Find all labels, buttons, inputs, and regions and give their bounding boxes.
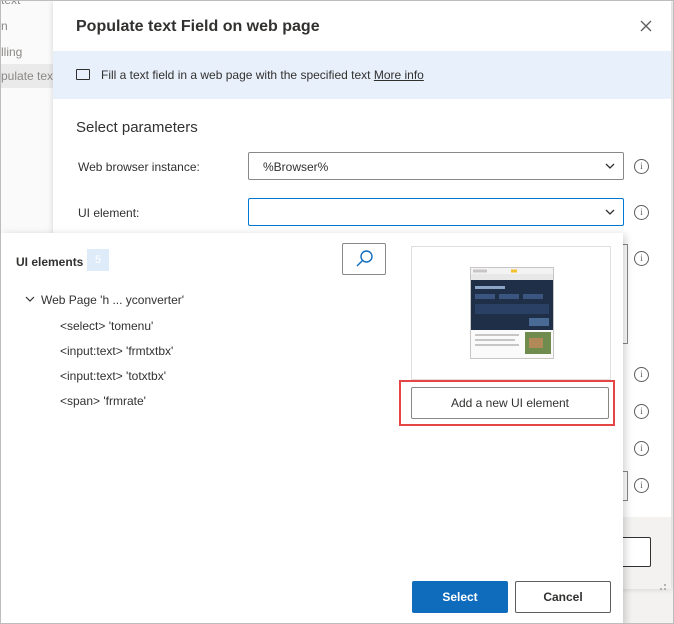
info-icon[interactable]: i — [634, 205, 649, 220]
search-button[interactable] — [342, 243, 386, 275]
select-button[interactable]: Select — [412, 581, 508, 613]
sidebar-item: text — [1, 0, 21, 7]
chevron-down-icon[interactable] — [25, 293, 35, 307]
tree-item[interactable]: <input:text> 'frmtxtbx' — [60, 344, 173, 358]
tree-item[interactable]: <input:text> 'totxtbx' — [60, 369, 166, 383]
tree-item[interactable]: <span> 'frmrate' — [60, 394, 146, 408]
highlight-box — [399, 380, 615, 426]
ui-elements-picker: UI elements 5 Web Page 'h ... yconverter… — [1, 233, 623, 623]
element-preview — [411, 246, 611, 380]
dropdown-value: %Browser% — [263, 160, 329, 174]
info-icon[interactable]: i — [634, 159, 649, 174]
sidebar-item: n — [1, 19, 8, 33]
info-description: Fill a text field in a web page with the… — [101, 68, 371, 82]
info-icon[interactable]: i — [634, 441, 649, 456]
sidebar-item-label: pulate text — [1, 69, 57, 83]
element-count-badge: 5 — [87, 249, 109, 271]
chevron-down-icon — [605, 163, 615, 169]
info-bar: Fill a text field in a web page with the… — [53, 51, 671, 99]
chevron-down-icon — [605, 209, 615, 215]
tree-item[interactable]: <select> 'tomenu' — [60, 319, 153, 333]
info-icon[interactable]: i — [634, 404, 649, 419]
tree-root-web-page[interactable]: Web Page 'h ... yconverter' — [25, 293, 184, 307]
cancel-button[interactable]: Cancel — [515, 581, 611, 613]
close-icon[interactable] — [635, 15, 657, 37]
info-icon[interactable]: i — [634, 367, 649, 382]
picker-title: UI elements — [16, 255, 84, 269]
background-sidebar: text n lling pulate text — [1, 0, 57, 241]
textbox-icon — [76, 69, 90, 80]
web-browser-instance-dropdown[interactable]: %Browser% — [248, 152, 624, 180]
resize-grip-icon[interactable] — [657, 581, 667, 591]
info-text: Fill a text field in a web page with the… — [101, 68, 424, 82]
info-icon[interactable]: i — [634, 251, 649, 266]
ui-element-dropdown[interactable] — [248, 198, 624, 226]
search-icon — [356, 250, 373, 267]
info-icon[interactable]: i — [634, 478, 649, 493]
section-title: Select parameters — [76, 119, 198, 136]
sidebar-item: lling — [1, 45, 23, 59]
sidebar-item-selected: pulate text — [1, 64, 57, 88]
app-frame: text n lling pulate text Populate text F… — [0, 0, 674, 624]
more-info-link[interactable]: More info — [374, 68, 424, 82]
dialog-title: Populate text Field on web page — [76, 18, 320, 35]
page-thumbnail — [470, 267, 554, 359]
web-browser-instance-label: Web browser instance: — [78, 160, 200, 174]
ui-element-label: UI element: — [78, 206, 140, 220]
tree-root-label: Web Page 'h ... yconverter' — [41, 293, 185, 307]
